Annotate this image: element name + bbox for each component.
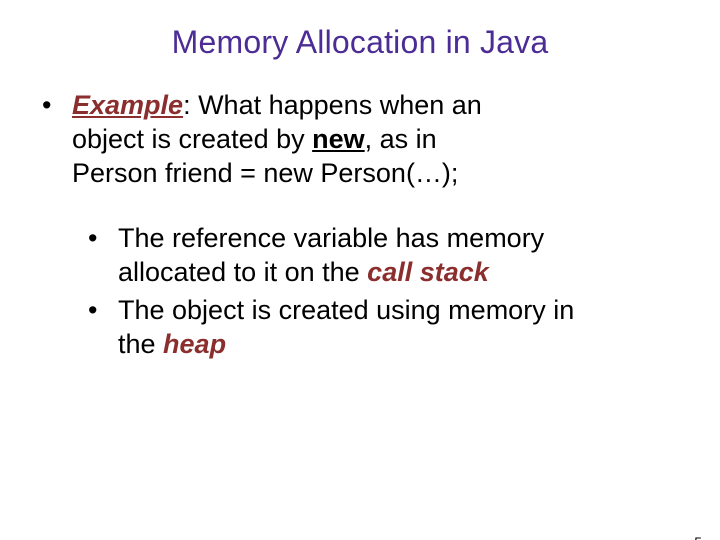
- call-stack-term: call stack: [367, 257, 489, 287]
- bullet-example: Example: What happens when an object is …: [42, 89, 720, 190]
- text: What happens when an: [198, 90, 482, 120]
- text: :: [183, 90, 198, 120]
- page-number: 5: [694, 534, 702, 540]
- text: allocated to it on the: [118, 257, 367, 287]
- bullet-reference-variable: The reference variable has memory alloca…: [88, 222, 720, 290]
- code-line: Person friend = new Person(…);: [72, 158, 458, 188]
- text: The object is created using memory in: [118, 295, 574, 325]
- bullet-list-level2: The reference variable has memory alloca…: [88, 222, 720, 361]
- heap-term: heap: [163, 329, 226, 359]
- bullet-list-level1: Example: What happens when an object is …: [42, 89, 720, 190]
- slide-title: Memory Allocation in Java: [0, 24, 720, 61]
- slide: Memory Allocation in Java Example: What …: [0, 24, 720, 540]
- text: the: [118, 329, 163, 359]
- text: object is created by: [72, 124, 312, 154]
- slide-body: Example: What happens when an object is …: [0, 89, 720, 361]
- new-keyword: new: [312, 124, 365, 154]
- text: The reference variable has memory: [118, 223, 544, 253]
- bullet-object-heap: The object is created using memory in th…: [88, 294, 720, 362]
- text: , as in: [365, 124, 437, 154]
- example-label: Example: [72, 90, 183, 120]
